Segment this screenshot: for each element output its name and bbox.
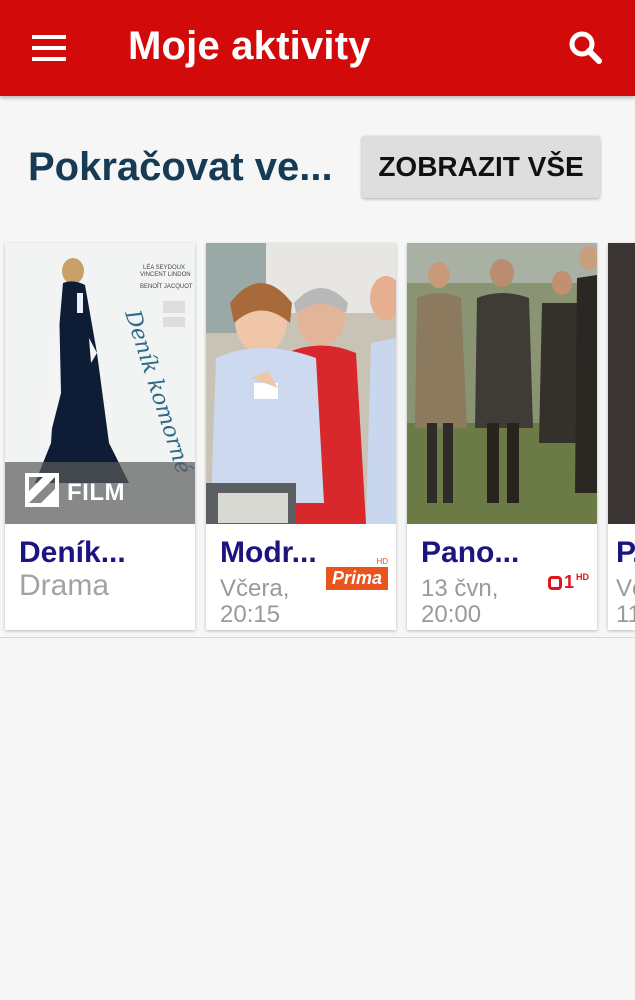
channel-logo-text: 1 <box>563 572 574 592</box>
channel-logo-text: Prima <box>325 567 388 590</box>
channel-logo-ct1: 1 HD <box>547 572 589 593</box>
card-date: Včera, <box>220 575 290 602</box>
film-badge-label: FILM <box>67 479 125 506</box>
section-divider <box>0 637 635 638</box>
poster-director: BENOÎT JACQUOT <box>140 283 193 290</box>
card-airtime: Vč 11: <box>616 576 635 628</box>
content-card[interactable]: Pano... 13 čvn, 20:00 1 HD <box>407 243 597 630</box>
poster-cast-1: LÉA SEYDOUX <box>143 264 185 271</box>
poster-cast-2: VINCENT LINDON <box>140 272 191 278</box>
channel-hd-tag: HD <box>376 557 388 566</box>
film-icon <box>25 473 59 507</box>
menu-icon-bar <box>32 46 66 50</box>
show-all-button[interactable]: ZOBRAZIT VŠE <box>362 136 600 198</box>
card-date: Vč <box>616 575 635 602</box>
thumbnail-image <box>608 243 635 524</box>
thumbnail-image <box>407 243 597 524</box>
card-time: 20:00 <box>421 601 482 628</box>
card-time: 20:15 <box>220 601 281 628</box>
card-title: Modr... <box>220 536 317 569</box>
card-title: Deník... <box>19 536 126 569</box>
menu-button[interactable] <box>22 26 78 70</box>
channel-hd-tag: HD <box>576 572 589 582</box>
search-icon <box>569 31 602 64</box>
content-card[interactable]: P... Vč 11: <box>608 243 635 630</box>
ct-logo-icon <box>547 575 562 590</box>
card-date: 13 čvn, <box>421 575 499 602</box>
menu-icon-bar <box>32 57 66 61</box>
section-title: Pokračovat ve... <box>28 145 333 189</box>
content-card[interactable]: Modr... Včera, 20:15 Prima HD <box>206 243 396 630</box>
card-airtime: Včera, 20:15 <box>220 576 289 628</box>
page-title: Moje aktivity <box>128 24 371 68</box>
search-button[interactable] <box>562 26 610 70</box>
card-time: 11: <box>616 601 635 628</box>
app-bar: Moje aktivity <box>0 0 635 96</box>
thumbnail-image <box>206 243 396 524</box>
card-airtime: 13 čvn, 20:00 <box>421 576 498 628</box>
card-title: Pano... <box>421 536 520 569</box>
card-genre: Drama <box>19 569 110 602</box>
card-title: P... <box>616 536 635 569</box>
content-card[interactable]: Deník komorné LÉA SEYDOUX VINCENT LINDON… <box>5 243 195 630</box>
channel-logo-prima: Prima HD <box>325 557 388 590</box>
menu-icon-bar <box>32 35 66 39</box>
